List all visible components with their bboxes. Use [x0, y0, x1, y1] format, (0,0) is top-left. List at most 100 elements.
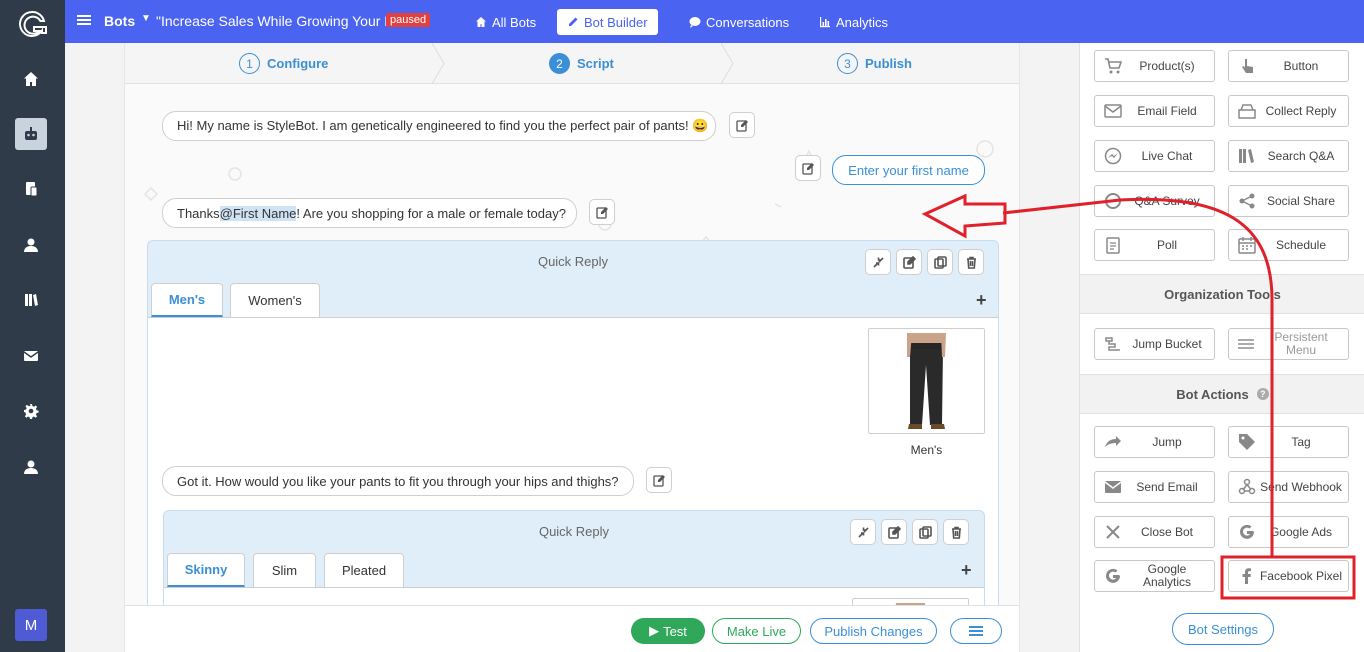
caret-down-icon[interactable]: ▼ — [141, 13, 151, 24]
bot-message-2[interactable]: Thanks @First Name! Are you shopping for… — [162, 198, 577, 228]
tab-pleated[interactable]: Pleated — [324, 553, 404, 587]
copy-icon[interactable] — [927, 249, 953, 275]
message-text: Thanks — [177, 205, 220, 221]
edit-icon[interactable] — [729, 112, 755, 138]
right-panel: Product(s) Button Email Field Collect Re… — [1079, 43, 1364, 652]
section-title: Organization Tools — [1164, 286, 1281, 302]
jump-bucket-button[interactable]: Jump Bucket — [1094, 328, 1215, 360]
social-share-button[interactable]: Social Share — [1228, 185, 1349, 217]
nav-analytics[interactable]: Analytics — [809, 9, 898, 35]
tag-button[interactable]: Tag — [1228, 426, 1349, 458]
edit-icon[interactable] — [881, 519, 907, 545]
tab-skinny[interactable]: Skinny — [167, 553, 245, 587]
account-icon[interactable] — [15, 451, 47, 483]
bot-settings-button[interactable]: Bot Settings — [1172, 613, 1274, 645]
bot-name: "Increase Sales While Growing Your List" — [156, 13, 412, 29]
play-icon: ▶ — [649, 623, 660, 638]
nav-conversations[interactable]: Conversations — [679, 9, 799, 35]
mail-icon[interactable] — [15, 340, 47, 372]
tab-slim[interactable]: Slim — [253, 553, 316, 587]
edit-icon[interactable] — [589, 199, 615, 225]
button-label: Facebook Pixel — [1259, 568, 1343, 583]
button-label: Poll — [1156, 237, 1177, 252]
quick-reply-tools — [865, 249, 984, 275]
top-bar: Bots ▼ "Increase Sales While Growing You… — [65, 0, 1364, 43]
bot-message-1[interactable]: Hi! My name is StyleBot. I am geneticall… — [162, 111, 716, 141]
button-label: Google Analytics — [1142, 562, 1192, 589]
google-analytics-button[interactable]: Google Analytics — [1094, 560, 1215, 592]
publish-changes-button[interactable]: Publish Changes — [810, 618, 937, 644]
button-label: Send Webhook — [1260, 479, 1342, 494]
bot-message-3[interactable]: Got it. How would you like your pants to… — [162, 466, 634, 496]
product-card-image[interactable] — [868, 328, 985, 434]
tab-womens[interactable]: Women's — [230, 283, 320, 317]
send-email-button[interactable]: Send Email — [1094, 471, 1215, 503]
library-icon[interactable] — [15, 284, 47, 316]
button-element-button[interactable]: Button — [1228, 50, 1349, 82]
pants-image — [907, 333, 946, 429]
user-input-prompt[interactable]: Enter your first name — [832, 155, 985, 185]
close-icon — [1102, 523, 1124, 541]
envelope-icon — [1102, 478, 1124, 496]
help-icon[interactable]: ? — [1256, 388, 1269, 400]
facebook-pixel-button[interactable]: Facebook Pixel — [1228, 560, 1349, 592]
test-button[interactable]: ▶ Test — [631, 618, 705, 644]
persistent-menu-button[interactable]: Persistent Menu — [1228, 328, 1349, 360]
search-qa-button[interactable]: Search Q&A — [1228, 140, 1349, 172]
send-webhook-button[interactable]: Send Webhook — [1228, 471, 1349, 503]
collect-reply-button[interactable]: Collect Reply — [1228, 95, 1349, 127]
hamburger-icon[interactable] — [77, 13, 91, 27]
add-tab-icon[interactable]: + — [961, 560, 972, 581]
book-icon[interactable] — [15, 173, 47, 205]
edit-icon[interactable] — [646, 467, 672, 493]
trash-icon[interactable] — [958, 249, 984, 275]
message-text: ! Are you shopping for a male or female … — [296, 205, 566, 221]
step-script[interactable]: 2 Script — [549, 53, 614, 74]
workspace-badge[interactable]: M — [15, 609, 47, 641]
brand-logo-icon[interactable] — [16, 8, 48, 40]
tag-icon — [1236, 433, 1258, 451]
survey-icon — [1102, 192, 1124, 210]
step-publish[interactable]: 3 Publish — [837, 53, 912, 74]
schedule-button[interactable]: Schedule — [1228, 229, 1349, 261]
bot-actions-header: Bot Actions? — [1080, 374, 1364, 414]
tab-mens[interactable]: Men's — [151, 283, 223, 317]
first-name-variable: @First Name — [219, 205, 297, 221]
bot-icon[interactable] — [15, 118, 47, 150]
edit-icon[interactable] — [896, 249, 922, 275]
jump-button[interactable]: Jump — [1094, 426, 1215, 458]
qa-survey-button[interactable]: Q&A Survey — [1094, 185, 1215, 217]
button-label: Button — [1283, 58, 1319, 73]
email-field-button[interactable]: Email Field — [1094, 95, 1215, 127]
gear-icon[interactable] — [15, 395, 47, 427]
make-live-button[interactable]: Make Live — [712, 618, 801, 644]
close-bot-button[interactable]: Close Bot — [1094, 516, 1215, 548]
user-icon[interactable] — [15, 229, 47, 261]
google-ads-button[interactable]: Google Ads — [1228, 516, 1349, 548]
button-label: Jump Bucket — [1132, 336, 1202, 351]
live-chat-button[interactable]: Live Chat — [1094, 140, 1215, 172]
collapse-icon[interactable] — [865, 249, 891, 275]
test-label: Test — [663, 623, 687, 639]
clipboard-icon — [1102, 236, 1124, 254]
poll-button[interactable]: Poll — [1094, 229, 1215, 261]
menu-icon[interactable] — [950, 618, 1002, 644]
trash-icon[interactable] — [943, 519, 969, 545]
copy-icon[interactable] — [912, 519, 938, 545]
home-icon — [476, 17, 486, 27]
books-icon — [1236, 147, 1258, 165]
product-button[interactable]: Product(s) — [1094, 50, 1215, 82]
edit-icon[interactable] — [795, 155, 821, 181]
nav-bot-builder[interactable]: Bot Builder — [557, 9, 658, 35]
button-label: Schedule — [1275, 237, 1327, 252]
collapse-icon[interactable] — [850, 519, 876, 545]
step-divider-icon — [721, 43, 734, 84]
button-label: Google Ads — [1269, 524, 1333, 539]
bots-dropdown[interactable]: Bots — [104, 13, 135, 29]
button-label: Q&A Survey — [1134, 193, 1200, 208]
nav-all-bots[interactable]: All Bots — [465, 9, 546, 35]
add-tab-icon[interactable]: + — [976, 290, 987, 311]
quick-reply-tools — [850, 519, 969, 545]
home-icon[interactable] — [15, 63, 47, 95]
step-configure[interactable]: 1 Configure — [239, 53, 328, 74]
